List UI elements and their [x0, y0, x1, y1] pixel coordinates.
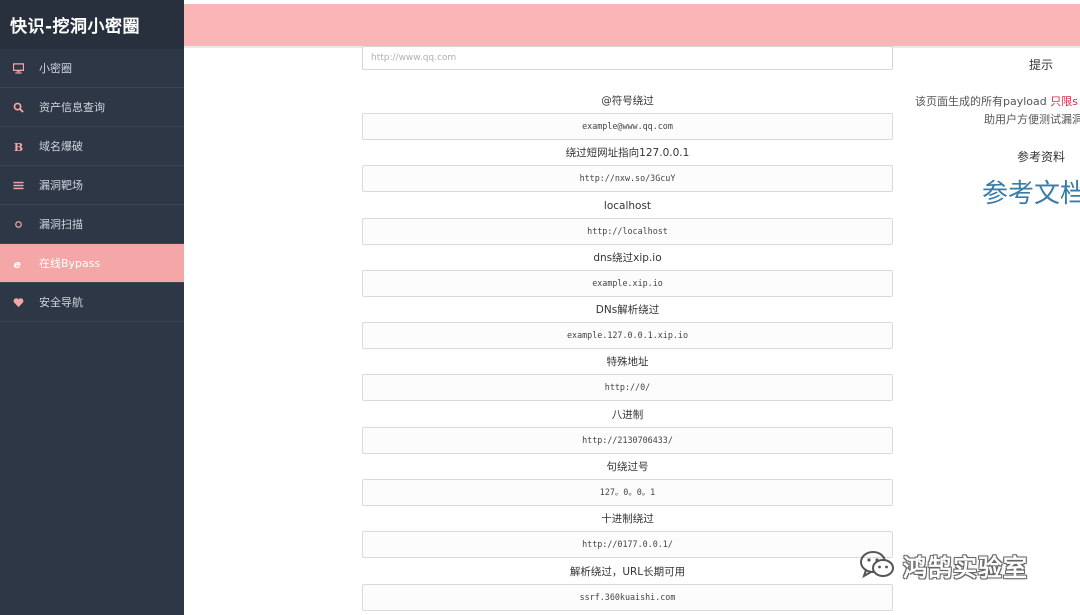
sidebar-item-online-bypass[interactable]: e 在线Bypass — [0, 244, 184, 283]
svg-text:B: B — [13, 141, 22, 152]
payload-value[interactable]: http://0177.0.0.1/ — [362, 531, 893, 559]
payload-item: @符号绕过 example@www.qq.com — [362, 93, 893, 145]
watermark-text: 鸿鹄实验室 — [903, 553, 1028, 582]
sidebar: 快识-挖洞小密圈 小密圈 资产信息查询 B 域名爆破 漏洞靶场 漏洞扫描 e 在… — [0, 0, 184, 615]
payload-item: 句绕过号 127。0。0。1 — [362, 459, 893, 511]
payload-item: 十进制绕过 http://0177.0.0.1/ — [362, 511, 893, 563]
bold-b-icon: B — [12, 140, 24, 152]
payload-value[interactable]: http://nxw.so/3GcuY — [362, 165, 893, 193]
monitor-icon — [12, 62, 24, 74]
payload-label: dns绕过xip.io — [593, 251, 662, 264]
sidebar-item-label: 安全导航 — [39, 296, 83, 309]
payload-label: 十进制绕过 — [601, 513, 654, 526]
sidebar-item-label: 小密圈 — [39, 62, 72, 75]
heart-icon — [12, 296, 24, 308]
tip-text-main: 该页面生成的所有payload — [915, 95, 1047, 108]
tip-text-continued: 助用户方便测试漏洞 — [984, 113, 1080, 126]
sidebar-item-label: 资产信息查询 — [39, 101, 105, 114]
watermark: 鸿鹄实验室 — [857, 545, 1028, 585]
payload-value[interactable]: http://localhost — [362, 217, 893, 245]
payload-value[interactable]: 127。0。0。1 — [362, 479, 893, 507]
payload-item: dns绕过xip.io example.xip.io — [362, 250, 893, 302]
ie-icon: e — [12, 257, 24, 269]
payload-item: 解析绕过，URL长期可用 ssrf.360kuaishi.com — [362, 564, 893, 615]
top-header-bar — [184, 4, 1080, 46]
sidebar-item-domain-brute[interactable]: B 域名爆破 — [0, 127, 184, 166]
payload-item: localhost http://localhost — [362, 198, 893, 250]
circle-icon — [12, 218, 24, 230]
sidebar-item-label: 漏洞扫描 — [39, 218, 83, 231]
payload-label: 句绕过号 — [606, 461, 649, 474]
payload-label: 解析绕过，URL长期可用 — [569, 565, 686, 578]
payload-item: 特殊地址 http://0/ — [362, 354, 893, 406]
payload-value[interactable]: ssrf.360kuaishi.com — [362, 583, 893, 611]
sidebar-item-xiaomiquan[interactable]: 小密圈 — [0, 49, 184, 88]
sidebar-item-security-nav[interactable]: 安全导航 — [0, 283, 184, 322]
payload-value[interactable]: example.xip.io — [362, 269, 893, 297]
payload-label: @符号绕过 — [601, 95, 654, 107]
svg-text:e: e — [13, 258, 21, 269]
wechat-icon — [860, 551, 894, 579]
brand-title: 快识-挖洞小密圈 — [0, 0, 184, 49]
sidebar-item-label: 在线Bypass — [39, 257, 101, 270]
payload-item: 绕过短网址指向127.0.0.1 http://nxw.so/3GcuY — [362, 145, 893, 197]
tip-heading: 提示 — [1028, 58, 1053, 72]
search-icon — [12, 101, 24, 113]
payload-value[interactable]: http://2130706433/ — [362, 426, 893, 454]
payload-label: DNs解析绕过 — [595, 304, 660, 317]
payload-item: 八进制 http://2130706433/ — [362, 407, 893, 459]
tip-highlight: 只限s — [1050, 95, 1078, 108]
main-content: @符号绕过 example@www.qq.com 绕过短网址指向127.0.0.… — [362, 46, 893, 611]
payload-label: localhost — [603, 199, 652, 212]
tip-text: 该页面生成的所有payload 只限s — [915, 93, 1078, 109]
app-window: 快识-挖洞小密圈 小密圈 资产信息查询 B 域名爆破 漏洞靶场 漏洞扫描 e 在… — [0, 0, 1080, 615]
url-input[interactable] — [362, 46, 893, 70]
sidebar-item-vuln-scan[interactable]: 漏洞扫描 — [0, 205, 184, 244]
sidebar-item-asset-query[interactable]: 资产信息查询 — [0, 88, 184, 127]
payload-value[interactable]: example@www.qq.com — [362, 113, 893, 140]
reference-doc-link[interactable]: 参考文档 — [982, 173, 1080, 210]
tips-panel: 提示 该页面生成的所有payload 只限s 助用户方便测试漏洞 参考资料 参考… — [893, 48, 1080, 248]
reference-heading: 参考资料 — [1016, 150, 1065, 164]
sidebar-item-label: 域名爆破 — [39, 140, 83, 153]
payload-item: DNs解析绕过 example.127.0.0.1.xip.io — [362, 302, 893, 354]
sidebar-item-label: 漏洞靶场 — [39, 179, 83, 192]
payload-label: 绕过短网址指向127.0.0.1 — [565, 147, 690, 160]
sidebar-item-vuln-range[interactable]: 漏洞靶场 — [0, 166, 184, 205]
payload-label: 八进制 — [611, 408, 644, 421]
payload-value[interactable]: example.127.0.0.1.xip.io — [362, 322, 893, 350]
payload-value[interactable]: http://0/ — [362, 374, 893, 402]
payload-label: 特殊地址 — [606, 356, 649, 369]
list-icon — [12, 179, 24, 191]
payload-list: @符号绕过 example@www.qq.com 绕过短网址指向127.0.0.… — [362, 93, 893, 615]
